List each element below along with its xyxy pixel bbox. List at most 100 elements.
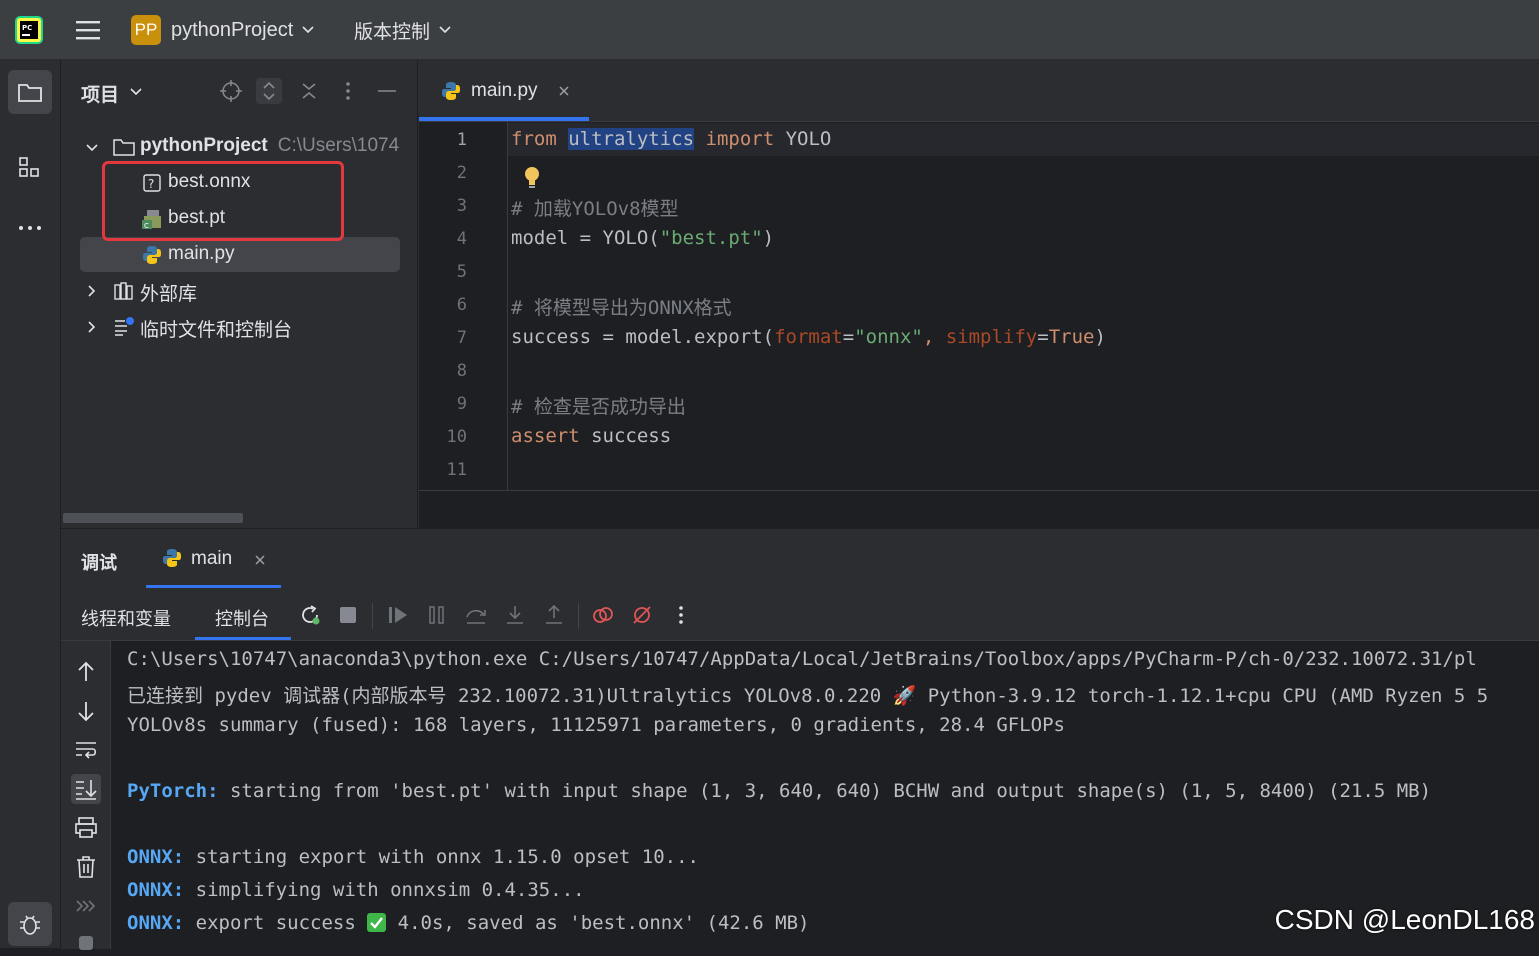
project-tool-button[interactable] bbox=[8, 70, 52, 114]
pycharm-logo-icon: PC bbox=[15, 16, 43, 44]
scroll-to-end-icon[interactable] bbox=[71, 774, 101, 804]
root-path: C:\Users\1074 bbox=[277, 135, 400, 156]
expand-collapse-icon[interactable] bbox=[256, 78, 282, 104]
trash-icon[interactable] bbox=[71, 852, 101, 882]
ellipsis-icon bbox=[19, 226, 41, 230]
hamburger-menu-icon[interactable] bbox=[74, 18, 102, 42]
rerun-icon[interactable] bbox=[298, 603, 322, 627]
line-number: 5 bbox=[456, 262, 467, 282]
view-breakpoints-icon[interactable] bbox=[591, 603, 615, 627]
check-mark-icon bbox=[367, 913, 387, 932]
tree-item-main-py[interactable]: main.py bbox=[61, 237, 417, 273]
collapse-all-icon[interactable] bbox=[296, 78, 322, 104]
code-line-1[interactable]: from ultralytics import YOLO bbox=[511, 128, 831, 150]
mute-breakpoints-icon[interactable] bbox=[630, 603, 654, 627]
console-side-toolbar bbox=[61, 641, 111, 950]
editor-tab-bar: main.py bbox=[419, 60, 1539, 122]
named-param: simplify bbox=[945, 326, 1038, 348]
code-text: = bbox=[1037, 326, 1049, 348]
module-name: ultralytics bbox=[568, 128, 695, 150]
editor-bottom-border bbox=[419, 490, 1539, 491]
python-console-icon[interactable] bbox=[71, 926, 101, 956]
project-panel: 项目 pythonProject C:\Users\1074 ? best.onn… bbox=[61, 60, 417, 528]
structure-tool-button[interactable] bbox=[8, 146, 52, 190]
log-text: simplifying with onnxsim 0.4.35... bbox=[184, 879, 585, 901]
chevron-down-icon[interactable] bbox=[129, 85, 143, 99]
minimize-icon[interactable] bbox=[374, 78, 400, 104]
tab-console[interactable]: 控制台 bbox=[215, 605, 269, 631]
tool-window-strip bbox=[0, 60, 61, 948]
soft-wrap-icon[interactable] bbox=[71, 735, 101, 765]
code-line-6[interactable]: # 将模型导出为ONNX格式 bbox=[511, 293, 732, 320]
debug-tool-button[interactable] bbox=[8, 902, 52, 946]
step-out-icon[interactable] bbox=[542, 603, 566, 627]
code-line-10[interactable]: assert success bbox=[511, 425, 671, 447]
folder-icon bbox=[18, 84, 42, 102]
console-output[interactable]: C:\Users\10747\anaconda3\python.exe C:/U… bbox=[111, 641, 1539, 949]
chevron-down-icon[interactable] bbox=[85, 141, 99, 155]
log-tag: PyTorch: bbox=[127, 780, 219, 802]
line-number: 4 bbox=[456, 229, 467, 249]
line-number-gutter: 1 2 3 4 5 6 7 8 9 10 11 bbox=[419, 122, 508, 490]
lightbulb-icon[interactable] bbox=[521, 165, 543, 189]
stop-icon[interactable] bbox=[336, 603, 360, 627]
console-line: C:\Users\10747\anaconda3\python.exe C:/U… bbox=[127, 648, 1477, 670]
project-switcher[interactable]: PP pythonProject bbox=[131, 13, 315, 47]
highlight-annotation-box bbox=[102, 161, 344, 241]
tab-threads-variables[interactable]: 线程和变量 bbox=[81, 605, 171, 631]
code-line-4[interactable]: model = YOLO("best.pt") bbox=[511, 227, 774, 249]
project-panel-title[interactable]: 项目 bbox=[81, 80, 119, 107]
resume-icon[interactable] bbox=[386, 603, 410, 627]
horizontal-scrollbar[interactable] bbox=[63, 513, 243, 523]
close-icon[interactable] bbox=[558, 85, 570, 97]
line-number: 6 bbox=[456, 295, 467, 315]
pause-icon[interactable] bbox=[425, 603, 449, 627]
console-line: ONNX: export success 4.0s, saved as 'bes… bbox=[127, 912, 809, 934]
tree-root-pythonproject[interactable]: pythonProject C:\Users\1074 bbox=[61, 129, 417, 165]
more-chevrons-icon[interactable] bbox=[71, 891, 101, 921]
log-text: export success bbox=[184, 912, 368, 934]
structure-icon bbox=[19, 157, 39, 177]
vcs-switcher[interactable]: 版本控制 bbox=[354, 13, 452, 47]
arrow-up-icon[interactable] bbox=[71, 657, 101, 687]
project-panel-header: 项目 bbox=[61, 60, 417, 122]
tree-item-scratches[interactable]: 临时文件和控制台 bbox=[61, 309, 417, 345]
chevron-right-icon[interactable] bbox=[85, 320, 99, 334]
options-icon[interactable] bbox=[335, 78, 361, 104]
keyword: True bbox=[1048, 326, 1095, 348]
code-text: ) bbox=[762, 227, 775, 249]
code-editor: main.py 1 2 3 4 5 6 7 8 9 10 11 from ult… bbox=[418, 60, 1539, 528]
title-bar: PC PP pythonProject 版本控制 bbox=[0, 0, 1539, 60]
locate-icon[interactable] bbox=[218, 78, 244, 104]
line-number: 11 bbox=[446, 460, 467, 480]
print-icon[interactable] bbox=[71, 813, 101, 843]
arrow-down-icon[interactable] bbox=[71, 696, 101, 726]
console-line: YOLOv8s summary (fused): 168 layers, 111… bbox=[127, 714, 1065, 736]
python-file-icon bbox=[143, 246, 161, 264]
debug-panel-title: 调试 bbox=[81, 553, 117, 574]
close-icon[interactable] bbox=[254, 554, 266, 566]
project-name: pythonProject bbox=[171, 18, 294, 41]
tree-root-label: pythonProject C:\Users\1074 bbox=[140, 135, 399, 157]
toolbar-separator bbox=[372, 603, 373, 629]
debug-session-tab-main[interactable]: main bbox=[146, 529, 281, 589]
chevron-right-icon[interactable] bbox=[85, 284, 99, 298]
console-line: ONNX: starting export with onnx 1.15.0 o… bbox=[127, 846, 699, 868]
line-number: 8 bbox=[456, 361, 467, 381]
code-text: , bbox=[922, 326, 946, 348]
more-tools-button[interactable] bbox=[8, 206, 52, 250]
chevron-down-icon bbox=[439, 26, 451, 34]
step-into-icon[interactable] bbox=[503, 603, 527, 627]
toolbar-separator bbox=[578, 603, 579, 629]
code-line-3[interactable]: # 加载YOLOv8模型 bbox=[511, 194, 679, 221]
step-over-icon[interactable] bbox=[464, 603, 488, 627]
code-line-9[interactable]: # 检查是否成功导出 bbox=[511, 392, 686, 419]
tab-main-py[interactable]: main.py bbox=[419, 60, 589, 122]
code-text: model = YOLO( bbox=[511, 227, 660, 249]
code-line-7[interactable]: success = model.export(format="onnx", si… bbox=[511, 326, 1106, 348]
log-text: starting from 'best.pt' with input shape… bbox=[218, 780, 1432, 802]
tree-item-external-libraries[interactable]: 外部库 bbox=[61, 273, 417, 309]
folder-icon bbox=[113, 139, 135, 156]
library-icon bbox=[114, 282, 133, 300]
more-options-icon[interactable] bbox=[669, 603, 693, 627]
